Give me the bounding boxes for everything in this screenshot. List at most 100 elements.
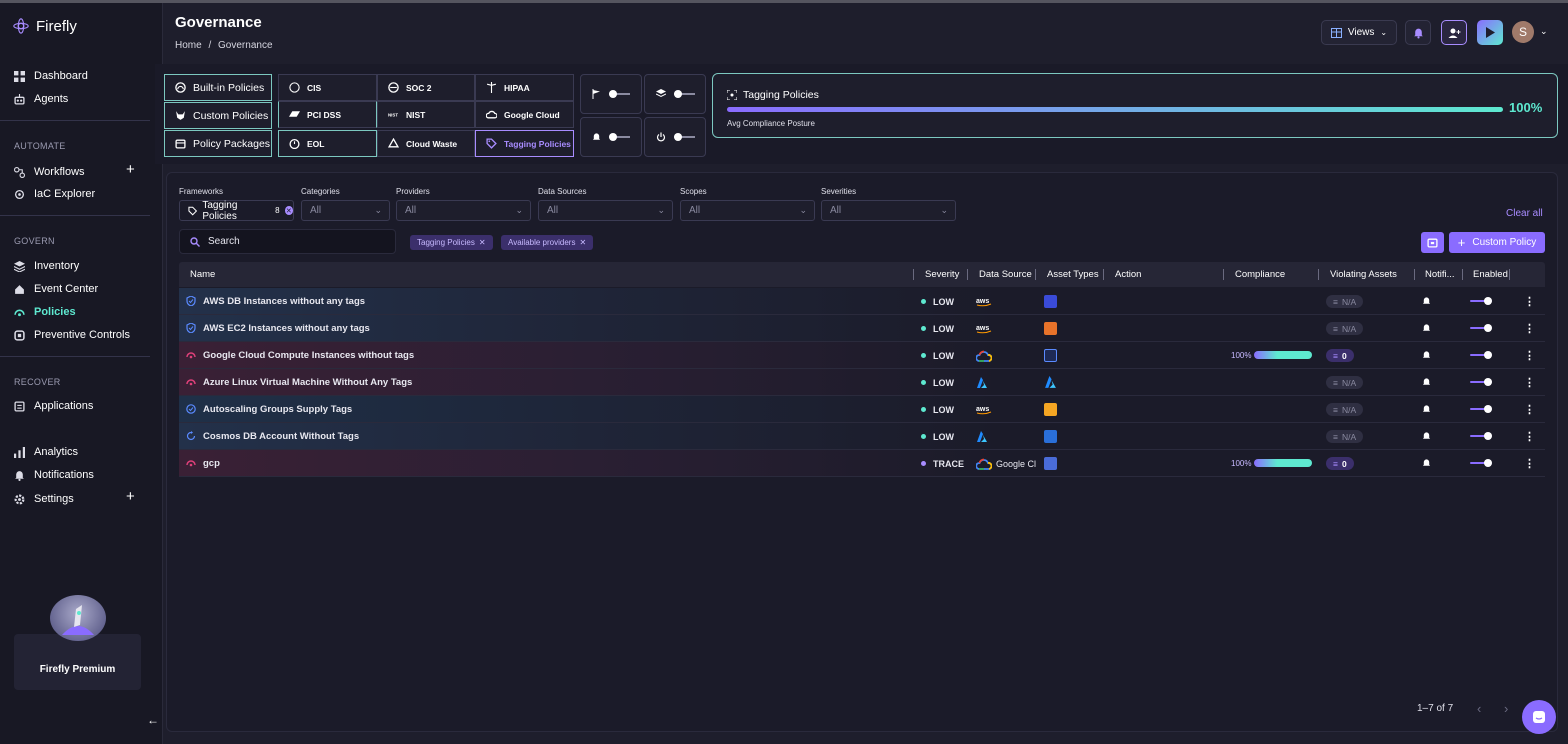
table-row[interactable]: gcp TRACE Google Cl 100% ≡ 0 ⋮ [179, 450, 1545, 477]
categories-select[interactable]: All ⌄ [301, 200, 390, 221]
premium-card[interactable]: Firefly Premium [14, 634, 141, 690]
filter-chip-tagging-policies[interactable]: Tagging Policies ✕ [410, 235, 493, 250]
play-button[interactable] [1477, 20, 1503, 45]
sidebar-item-workflows[interactable]: Workflows [14, 164, 85, 180]
built-in-policies-button[interactable]: Built-in Policies [164, 74, 272, 101]
more-options-icon[interactable]: ⋮ [1524, 322, 1535, 335]
bell-icon[interactable] [1422, 431, 1431, 441]
column-separator[interactable] [967, 269, 968, 280]
bell-icon[interactable] [1422, 458, 1431, 468]
sidebar-item-applications[interactable]: Applications [14, 398, 93, 414]
column-separator[interactable] [1462, 269, 1463, 280]
sidebar-item-agents[interactable]: Agents [14, 91, 68, 107]
bell-icon[interactable] [1422, 377, 1431, 387]
table-row[interactable]: Azure Linux Virtual Machine Without Any … [179, 369, 1545, 396]
policy-name[interactable]: Autoscaling Groups Supply Tags [203, 404, 352, 415]
more-options-icon[interactable]: ⋮ [1524, 349, 1535, 362]
more-options-icon[interactable]: ⋮ [1524, 430, 1535, 443]
framework-cloud-waste[interactable]: Cloud Waste [377, 130, 475, 157]
views-dropdown[interactable]: Views ⌄ [1321, 20, 1397, 45]
flag-toggle[interactable] [609, 90, 630, 98]
policy-name[interactable]: AWS DB Instances without any tags [203, 296, 365, 307]
chat-support-button[interactable] [1522, 700, 1556, 734]
power-toggle[interactable] [673, 133, 695, 141]
column-header-asset-types[interactable]: Asset Types [1047, 269, 1099, 280]
column-header-enabled[interactable]: Enabled [1473, 269, 1508, 280]
sidebar-item-policies[interactable]: Policies [14, 304, 76, 320]
table-row[interactable]: Autoscaling Groups Supply Tags LOW aws ≡… [179, 396, 1545, 423]
collapse-sidebar-icon[interactable]: ← [147, 713, 159, 727]
column-header-compliance[interactable]: Compliance [1235, 269, 1285, 280]
search-input[interactable]: Search [179, 229, 396, 254]
policy-name[interactable]: AWS EC2 Instances without any tags [203, 323, 370, 334]
violating-assets-badge[interactable]: ≡ N/A [1326, 403, 1364, 416]
add-workflow-button[interactable]: + [126, 161, 135, 178]
enabled-toggle[interactable] [1470, 351, 1492, 359]
column-header-notifications[interactable]: Notifi... [1425, 269, 1455, 280]
more-options-icon[interactable]: ⋮ [1524, 403, 1535, 416]
enabled-toggle[interactable] [1470, 405, 1492, 413]
enabled-toggle[interactable] [1470, 378, 1492, 386]
previous-page-icon[interactable]: ‹ [1477, 701, 1481, 716]
column-separator[interactable] [1035, 269, 1036, 280]
breadcrumb-home[interactable]: Home [175, 40, 202, 51]
table-row[interactable]: Cosmos DB Account Without Tags LOW ≡ N/A … [179, 423, 1545, 450]
layers-toggle-box[interactable] [644, 74, 706, 114]
clear-all-link[interactable]: Clear all [1506, 208, 1543, 219]
next-page-icon[interactable]: › [1504, 701, 1508, 716]
bell-toggle[interactable] [609, 133, 630, 141]
custom-policy-button[interactable]: + Custom Policy [1449, 232, 1545, 253]
app-logo[interactable]: Firefly [12, 17, 77, 35]
more-options-icon[interactable]: ⋮ [1524, 295, 1535, 308]
table-row[interactable]: AWS EC2 Instances without any tags LOW a… [179, 315, 1545, 342]
scopes-select[interactable]: All ⌄ [680, 200, 815, 221]
framework-eol[interactable]: EOL [278, 130, 377, 157]
export-button[interactable] [1421, 232, 1444, 253]
providers-select[interactable]: All ⌄ [396, 200, 531, 221]
violating-assets-badge[interactable]: ≡ N/A [1326, 322, 1364, 335]
policy-name[interactable]: Cosmos DB Account Without Tags [203, 431, 359, 442]
notifications-button[interactable] [1405, 20, 1431, 45]
violating-assets-badge[interactable]: ≡ 0 [1326, 349, 1354, 362]
column-separator[interactable] [1509, 269, 1510, 280]
power-toggle-box[interactable] [644, 117, 706, 157]
table-row[interactable]: AWS DB Instances without any tags LOW aw… [179, 288, 1545, 315]
framework-google-cloud[interactable]: Google Cloud [475, 101, 574, 128]
framework-cis[interactable]: CIS [278, 74, 377, 101]
policy-name[interactable]: Google Cloud Compute Instances without t… [203, 350, 414, 361]
avatar[interactable]: S [1512, 21, 1534, 43]
sidebar-item-event-center[interactable]: Event Center [14, 281, 98, 297]
column-separator[interactable] [913, 269, 914, 280]
chevron-down-icon[interactable]: ⌄ [1540, 26, 1548, 37]
policy-packages-button[interactable]: Policy Packages [164, 130, 272, 157]
violating-assets-badge[interactable]: ≡ N/A [1326, 376, 1364, 389]
violating-assets-badge[interactable]: ≡ 0 [1326, 457, 1354, 470]
column-header-data-source[interactable]: Data Source [979, 269, 1032, 280]
violating-assets-badge[interactable]: ≡ N/A [1326, 430, 1364, 443]
column-header-violating-assets[interactable]: Violating Assets [1330, 269, 1397, 280]
clear-framework-icon[interactable]: ✕ [284, 206, 293, 215]
framework-hipaa[interactable]: HIPAA [475, 74, 574, 101]
sidebar-item-analytics[interactable]: Analytics [14, 444, 78, 460]
policy-name[interactable]: Azure Linux Virtual Machine Without Any … [203, 377, 412, 388]
filter-chip-available-providers[interactable]: Available providers ✕ [501, 235, 594, 250]
data-sources-select[interactable]: All ⌄ [538, 200, 673, 221]
bell-icon[interactable] [1422, 350, 1431, 360]
framework-pci-dss[interactable]: PCI DSS [278, 101, 377, 128]
sidebar-item-notifications[interactable]: Notifications [14, 467, 94, 483]
frameworks-select[interactable]: Tagging Policies 8 ✕ [179, 200, 294, 222]
enabled-toggle[interactable] [1470, 297, 1492, 305]
bell-icon[interactable] [1422, 296, 1431, 306]
column-separator[interactable] [1223, 269, 1224, 280]
bell-icon[interactable] [1422, 323, 1431, 333]
column-header-severity[interactable]: Severity [925, 269, 959, 280]
severities-select[interactable]: All ⌄ [821, 200, 956, 221]
more-options-icon[interactable]: ⋮ [1524, 376, 1535, 389]
sidebar-item-inventory[interactable]: Inventory [14, 258, 79, 274]
add-settings-button[interactable]: + [126, 488, 135, 505]
bell-toggle-box[interactable] [580, 117, 642, 157]
invite-user-button[interactable] [1441, 20, 1467, 45]
custom-policies-button[interactable]: Custom Policies [164, 102, 272, 129]
sidebar-item-dashboard[interactable]: Dashboard [14, 68, 88, 84]
column-header-name[interactable]: Name [190, 269, 215, 280]
